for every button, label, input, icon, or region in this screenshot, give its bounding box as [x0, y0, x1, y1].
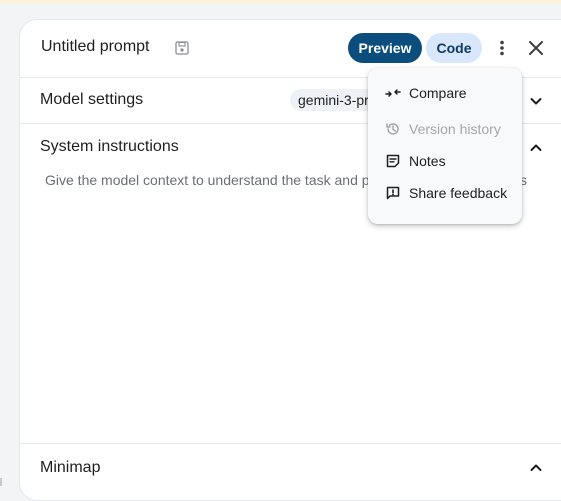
minimap-title: Minimap [40, 459, 101, 476]
close-icon[interactable] [527, 39, 545, 57]
menu-item-share-feedback[interactable]: Share feedback [368, 179, 522, 207]
more-options-menu: Compare Version history Notes Share feed… [368, 68, 522, 224]
menu-item-label: Notes [409, 153, 446, 169]
chevron-up-icon[interactable] [529, 141, 543, 155]
preview-button[interactable]: Preview [348, 33, 422, 63]
top-highlight-strip [0, 0, 561, 3]
code-button[interactable]: Code [426, 33, 482, 63]
menu-item-notes[interactable]: Notes [368, 147, 522, 175]
menu-item-label: Compare [409, 85, 467, 101]
menu-item-label: Share feedback [409, 185, 508, 201]
compare-icon [385, 89, 401, 97]
model-settings-title: Model settings [40, 91, 144, 108]
menu-item-label: Version history [409, 121, 501, 137]
chevron-down-icon[interactable] [529, 94, 543, 108]
menu-item-compare[interactable]: Compare [368, 79, 522, 107]
feedback-icon [386, 186, 400, 200]
history-icon [386, 123, 399, 135]
more-vert-icon[interactable] [492, 38, 512, 58]
system-instructions-input[interactable]: Give the model context to understand the… [45, 172, 370, 188]
minimap-chevron-up-icon[interactable] [529, 461, 543, 475]
minimap-row[interactable]: Minimap [20, 443, 561, 500]
left-edge-mark [0, 478, 2, 486]
save-icon[interactable] [174, 40, 190, 56]
notes-icon [386, 154, 400, 168]
prompt-title[interactable]: Untitled prompt [41, 38, 150, 56]
system-instructions-title: System instructions [40, 138, 179, 155]
menu-item-version-history: Version history [368, 115, 522, 143]
